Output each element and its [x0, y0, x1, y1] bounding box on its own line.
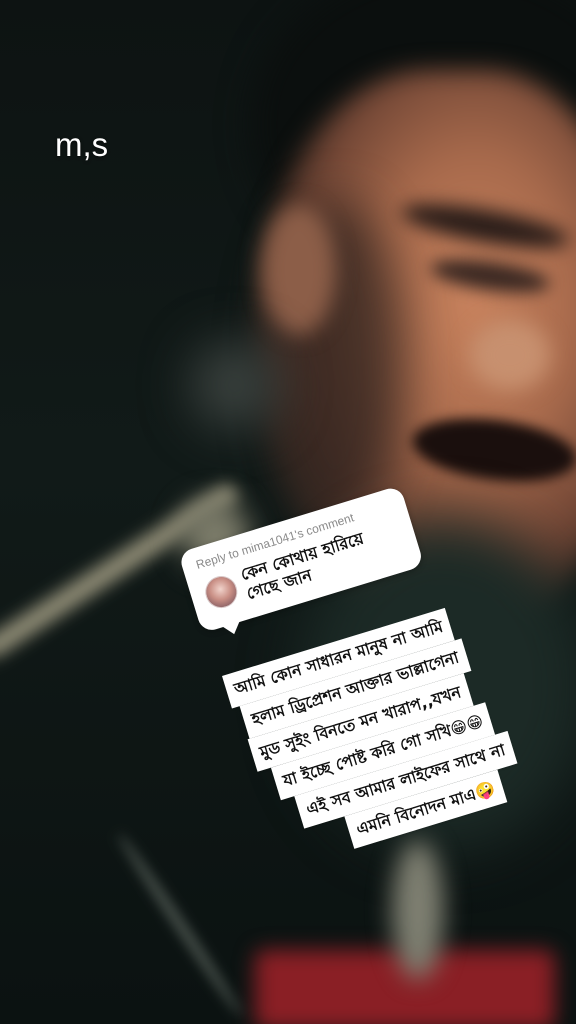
mic-cable	[114, 831, 246, 1019]
nose-shape	[470, 320, 550, 390]
stage-light-glow	[190, 340, 280, 430]
ear-shape	[262, 205, 336, 335]
mic-lower	[392, 840, 444, 980]
avatar	[201, 572, 242, 613]
overlay-caption: m,s	[55, 126, 109, 163]
